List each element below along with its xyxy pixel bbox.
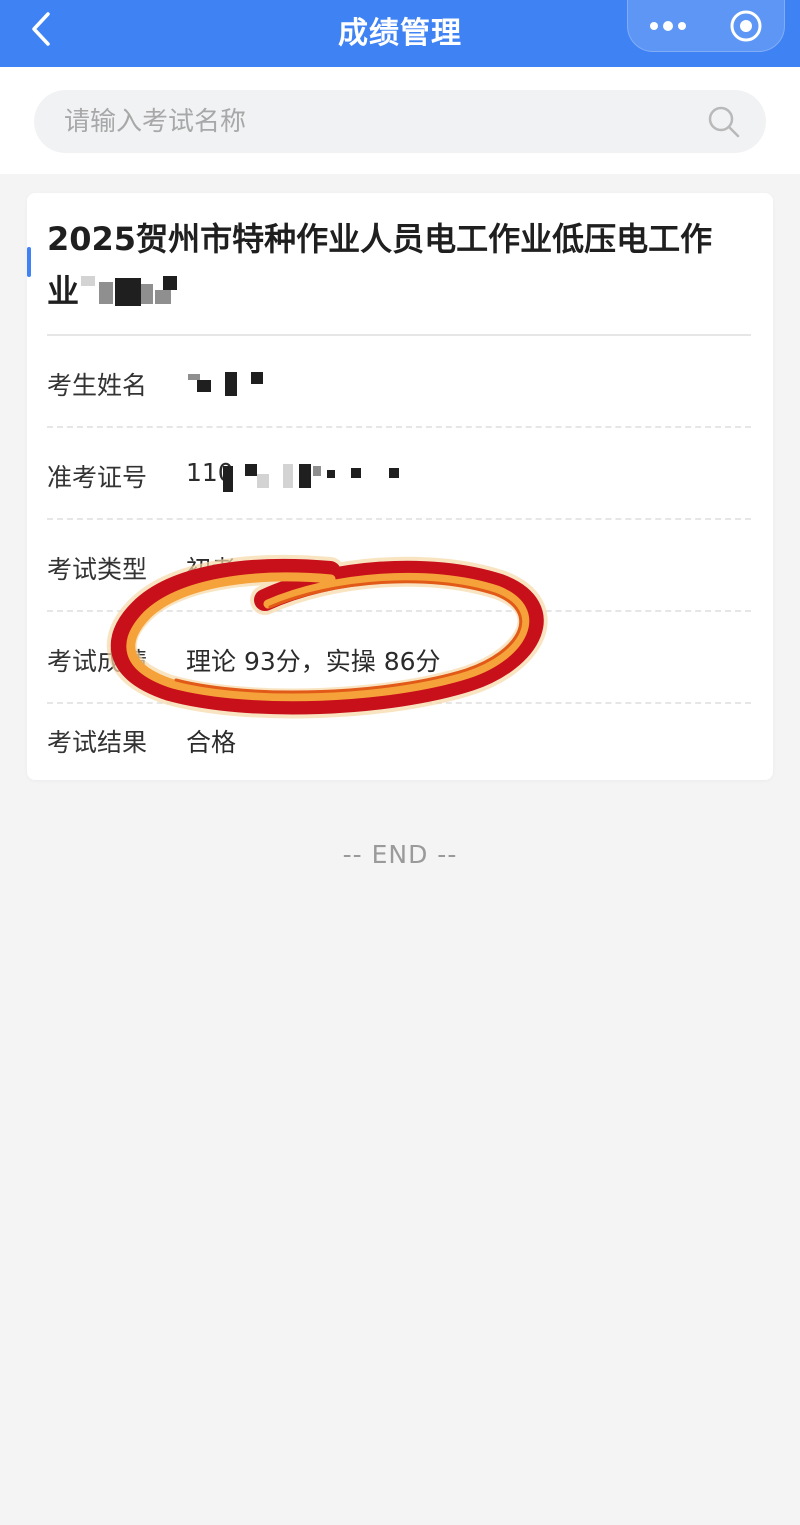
row-exam-type: 考试类型 初考 [47, 550, 751, 640]
row-exam-result: 考试结果 合格 [47, 723, 751, 813]
exam-title-line2-text: 业 [47, 272, 80, 310]
row-exam-score: 考试成绩 理论 93分，实操 86分 [47, 642, 751, 732]
exam-title-line2: 业 [47, 265, 747, 317]
row-ticket-number: 准考证号 110 [47, 458, 751, 548]
close-miniprogram-button[interactable] [707, 0, 784, 52]
search-box [34, 90, 766, 153]
accent-bar [27, 247, 31, 277]
chevron-left-icon [32, 12, 50, 46]
label-name: 考生姓名 [47, 371, 148, 400]
page-title: 成绩管理 [338, 16, 462, 51]
search-area [0, 67, 800, 174]
navigation-bar: 成绩管理 [0, 0, 800, 67]
row-divider [47, 702, 751, 704]
search-input[interactable] [64, 90, 684, 153]
value-exam-result: 合格 [186, 728, 237, 757]
row-name: 考生姓名 [47, 366, 751, 456]
exam-title-line1: 2025贺州市特种作业人员电工作业低压电工作 [47, 220, 713, 258]
search-icon[interactable] [706, 104, 742, 140]
target-circle-icon [730, 10, 761, 42]
value-exam-score: 理论 93分，实操 86分 [186, 647, 441, 676]
back-button[interactable] [18, 6, 64, 52]
value-exam-type: 初考 [186, 555, 237, 584]
title-divider [47, 334, 751, 336]
row-divider [47, 426, 751, 428]
label-ticket-number: 准考证号 [47, 463, 148, 492]
row-divider [47, 610, 751, 612]
redacted-title-mask [79, 272, 209, 306]
score-card[interactable]: 2025贺州市特种作业人员电工作业低压电工作 业 考生姓名 准考证号 110 考… [27, 193, 773, 780]
more-button[interactable] [628, 0, 708, 52]
label-exam-type: 考试类型 [47, 555, 148, 584]
label-exam-score: 考试成绩 [47, 647, 148, 676]
more-dots-icon [650, 21, 686, 31]
exam-title: 2025贺州市特种作业人员电工作业低压电工作 业 [47, 213, 747, 317]
row-divider [47, 518, 751, 520]
mini-program-capsule [627, 0, 785, 52]
list-end-marker: -- END -- [342, 840, 458, 869]
label-exam-result: 考试结果 [47, 728, 148, 757]
